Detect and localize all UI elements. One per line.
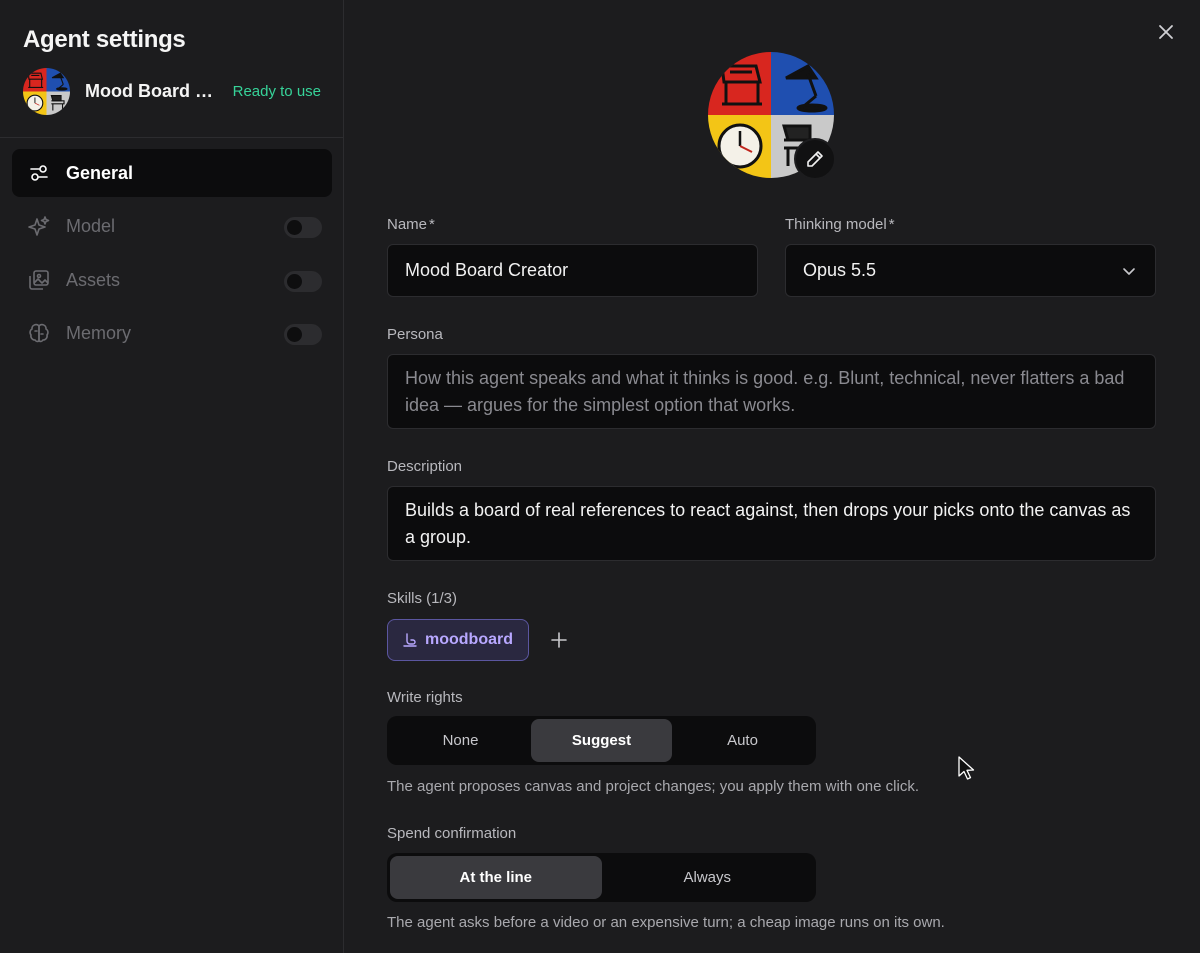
close-button[interactable]: [1156, 22, 1176, 42]
sidebar-item-model[interactable]: Model: [12, 202, 332, 250]
spend-confirmation-control: At the line Always: [387, 853, 816, 902]
sidebar-item-label: General: [66, 162, 134, 183]
status-badge: Ready to use: [232, 82, 321, 100]
sliders-icon: [28, 162, 50, 184]
pencil-icon: [807, 151, 823, 167]
memory-toggle[interactable]: [284, 324, 322, 345]
write-rights-label: Write rights: [387, 689, 463, 706]
thinking-model-value: Opus 5.5: [803, 260, 877, 280]
spend-confirmation-label: Spend confirmation: [387, 825, 517, 842]
sparkles-icon: [28, 215, 50, 237]
name-value: Mood Board Creator: [405, 260, 569, 280]
skills-label: Skills (1/3): [387, 590, 458, 607]
spend-confirmation-hint: The agent asks before a video or an expe…: [387, 914, 945, 931]
images-icon: [28, 269, 50, 291]
skill-label: moodboard: [425, 631, 513, 648]
add-skill-button[interactable]: [548, 629, 570, 651]
persona-label: Persona: [387, 326, 443, 343]
sidebar-item-label: Assets: [66, 269, 121, 290]
brain-icon: [28, 322, 50, 344]
sidebar-title: Agent settings: [23, 26, 186, 53]
name-field[interactable]: Mood Board Creator: [387, 244, 758, 297]
sidebar-item-memory[interactable]: Memory: [12, 309, 332, 357]
sidebar: Agent settings Mood Board Creator Ready …: [0, 0, 344, 953]
sidebar-item-general[interactable]: General: [12, 149, 332, 197]
persona-field[interactable]: How this agent speaks and what it thinks…: [387, 354, 1156, 429]
thinking-model-label: Thinking model *: [785, 216, 895, 233]
plus-icon: [551, 632, 567, 648]
agent-avatar: [23, 67, 70, 115]
edit-avatar-button[interactable]: [794, 138, 836, 180]
chevron-down-icon: [1123, 268, 1135, 275]
persona-placeholder: How this agent speaks and what it thinks…: [405, 368, 1125, 415]
skill-icon: [402, 632, 418, 648]
thinking-model-select[interactable]: Opus 5.5: [785, 244, 1156, 297]
name-label: Name *: [387, 216, 435, 233]
close-icon: [1159, 25, 1173, 39]
description-field[interactable]: Builds a board of real references to rea…: [387, 486, 1156, 561]
write-rights-control: None Suggest Auto: [387, 716, 816, 765]
agent-name: Mood Board Creator: [85, 80, 215, 101]
skill-chip-moodboard[interactable]: moodboard: [387, 619, 529, 661]
settings-panel: Name * Mood Board Creator Thinking model *…: [345, 0, 1200, 953]
spend-always[interactable]: Always: [602, 856, 814, 899]
description-label: Description: [387, 458, 463, 475]
mouse-cursor-icon: [958, 756, 975, 780]
sidebar-item-assets[interactable]: Assets: [12, 256, 332, 304]
write-rights-hint: The agent proposes canvas and project ch…: [387, 778, 919, 795]
write-rights-none[interactable]: None: [390, 719, 531, 762]
assets-toggle[interactable]: [284, 271, 322, 292]
model-toggle[interactable]: [284, 217, 322, 238]
agent-avatar-large: [708, 52, 836, 180]
sidebar-item-label: Memory: [66, 322, 132, 343]
sidebar-divider: [0, 137, 343, 138]
agent-summary: Mood Board Creator Ready to use: [23, 67, 321, 115]
write-rights-suggest[interactable]: Suggest: [531, 719, 672, 762]
spend-at-the-line[interactable]: At the line: [390, 856, 602, 899]
sidebar-item-label: Model: [66, 215, 116, 236]
description-value: Builds a board of real references to rea…: [405, 500, 1131, 547]
write-rights-auto[interactable]: Auto: [672, 719, 813, 762]
